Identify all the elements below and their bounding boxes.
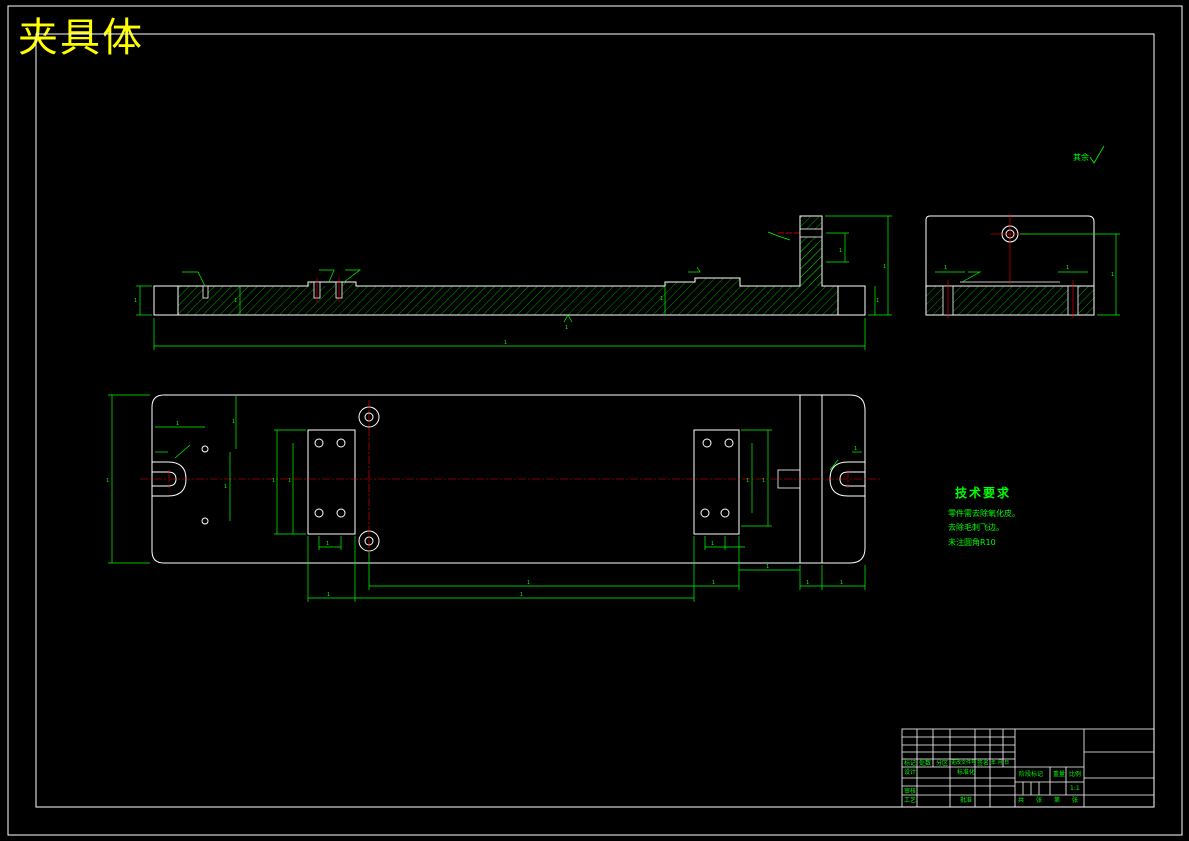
tb-label-sheets-1: 张	[1036, 797, 1043, 804]
outer-border	[7, 5, 1183, 836]
svg-text:1: 1	[272, 478, 275, 484]
svg-text:1: 1	[660, 296, 663, 302]
technical-requirements-heading: 技术要求	[955, 486, 1012, 500]
tb-label-zone: 分区	[936, 760, 949, 767]
side-view: 1 1 1	[925, 214, 1120, 318]
svg-text:1: 1	[176, 421, 179, 427]
tb-label-process: 工艺	[904, 797, 917, 804]
front-view: 1 1 1 1 1 1 1 1	[134, 215, 892, 350]
tb-scale-value: 1:1	[1070, 785, 1080, 792]
svg-text:1: 1	[712, 580, 715, 586]
tb-label-sign: 签名	[977, 760, 990, 767]
technical-requirement-2: 去除毛刺飞边。	[948, 523, 1004, 532]
svg-text:1: 1	[326, 541, 329, 547]
inner-border	[35, 33, 1155, 808]
svg-text:1: 1	[527, 580, 530, 586]
tb-label-design: 设计	[904, 769, 917, 776]
svg-text:1: 1	[840, 580, 843, 586]
top-view: 1 1 1 1 1 1 1 1 1 1 1 1 1 1 1 1 1 1	[106, 394, 880, 602]
svg-text:1: 1	[711, 541, 714, 547]
tb-label-sheets-2: 张	[1072, 797, 1079, 804]
svg-text:1: 1	[806, 580, 809, 586]
svg-text:1: 1	[134, 298, 137, 304]
svg-text:1: 1	[327, 592, 330, 598]
svg-text:1: 1	[766, 564, 769, 570]
tb-label-scale: 比例	[1069, 771, 1082, 778]
svg-text:1: 1	[854, 446, 857, 452]
tb-label-weight: 重量	[1053, 771, 1066, 778]
tb-label-standardization: 标准化	[957, 769, 976, 776]
roughness-note: 其余	[1073, 153, 1089, 162]
svg-text:1: 1	[944, 265, 947, 271]
svg-text:1: 1	[224, 484, 227, 490]
front-view-section-hatch	[178, 216, 838, 315]
tb-label-mark: 标记	[904, 760, 917, 767]
svg-text:1: 1	[762, 478, 765, 484]
tb-label-count: 处数	[919, 760, 932, 767]
engineering-drawing: 1 1 1 1 1 1 1 1 1 1 1 1 1 1 1 1 1 1 1 1 …	[7, 5, 1183, 836]
tb-label-total: 共	[1018, 797, 1025, 804]
svg-text:1: 1	[232, 419, 235, 425]
svg-text:1: 1	[234, 298, 237, 304]
svg-text:1: 1	[565, 325, 568, 331]
svg-text:1: 1	[288, 478, 291, 484]
title-block	[901, 728, 1155, 808]
svg-text:1: 1	[504, 340, 507, 346]
tb-label-review: 审核	[904, 788, 917, 795]
tb-label-sheet-no: 第	[1054, 797, 1061, 804]
tb-label-change-doc: 更改文件号	[951, 760, 977, 766]
tb-label-stage: 阶段标记	[1019, 771, 1044, 778]
svg-text:1: 1	[1111, 272, 1114, 278]
svg-text:1: 1	[746, 478, 749, 484]
svg-text:1: 1	[883, 264, 886, 270]
svg-text:1: 1	[839, 248, 842, 254]
svg-text:1: 1	[1066, 265, 1069, 271]
svg-text:1: 1	[876, 298, 879, 304]
svg-text:1: 1	[520, 592, 523, 598]
technical-requirement-1: 零件需去除氧化皮。	[948, 509, 1020, 518]
technical-requirement-3: 未注圆角R10	[948, 538, 996, 547]
svg-text:1: 1	[106, 478, 109, 484]
front-view-upright-hatch	[800, 216, 822, 286]
tb-label-date: 年.月.日	[991, 760, 1010, 766]
left-support-pad	[307, 429, 356, 535]
tb-label-approve: 批准	[960, 797, 973, 804]
